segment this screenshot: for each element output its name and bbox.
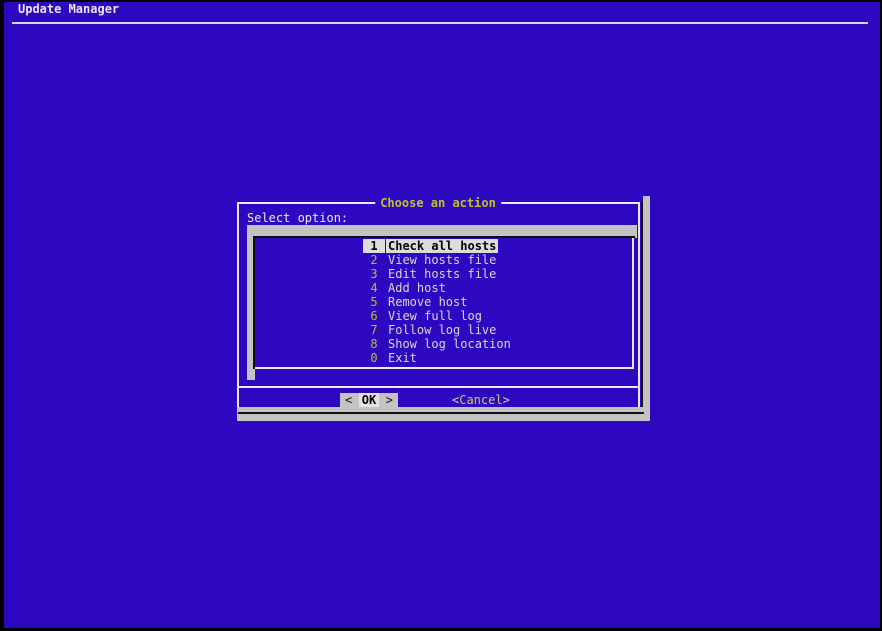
dialog-prompt: Select option: bbox=[247, 211, 348, 225]
menu-list: 1Check all hosts2View hosts file3Edit ho… bbox=[255, 238, 632, 368]
ok-button[interactable]: < OK > bbox=[340, 393, 398, 407]
menu-item-2[interactable]: 2View hosts file bbox=[255, 253, 632, 267]
menu-item-label: Exit bbox=[386, 351, 419, 365]
menu-item-label: View full log bbox=[386, 309, 484, 323]
dialog-border-right-white bbox=[638, 202, 640, 413]
dialog-title: Choose an action bbox=[375, 196, 501, 210]
menu-item-tag: 5 bbox=[363, 295, 385, 309]
cancel-button-label: Cancel bbox=[459, 393, 502, 407]
cancel-button[interactable]: <Cancel> bbox=[452, 393, 510, 407]
menu-item-tag: 4 bbox=[363, 281, 385, 295]
menu-item-0[interactable]: 0Exit bbox=[255, 351, 632, 365]
menu-item-label: Remove host bbox=[386, 295, 469, 309]
menu-item-label: Check all hosts bbox=[386, 239, 498, 253]
menu-item-tag: 3 bbox=[363, 267, 385, 281]
cancel-right-bracket: > bbox=[503, 393, 510, 407]
backtitle: Update Manager bbox=[18, 2, 119, 16]
menu-item-tag: 2 bbox=[363, 253, 385, 267]
dialog-button-separator bbox=[237, 386, 640, 388]
menu-item-8[interactable]: 8Show log location bbox=[255, 337, 632, 351]
dialog-border-left bbox=[237, 202, 239, 415]
menu-item-label: Add host bbox=[386, 281, 448, 295]
menu-item-4[interactable]: 4Add host bbox=[255, 281, 632, 295]
menu-item-tag: 6 bbox=[363, 309, 385, 323]
menubox-border-right bbox=[632, 238, 634, 369]
ok-button-label: OK bbox=[359, 393, 379, 407]
menu-item-tag: 0 bbox=[363, 351, 385, 365]
menu-item-tag: 8 bbox=[363, 337, 385, 351]
terminal-screen: Update Manager Choose an action Select o… bbox=[0, 0, 882, 631]
backtitle-rule bbox=[12, 22, 868, 24]
menu-item-5[interactable]: 5Remove host bbox=[255, 295, 632, 309]
menu-item-6[interactable]: 6View full log bbox=[255, 309, 632, 323]
menu-item-tag: 1 bbox=[363, 239, 385, 253]
dialog-border-right-line bbox=[641, 202, 643, 421]
menu-item-label: Show log location bbox=[386, 337, 513, 351]
dialog-border-right-gray bbox=[643, 196, 650, 421]
menu-item-label: Follow log live bbox=[386, 323, 498, 337]
ok-left-bracket: < bbox=[345, 393, 352, 407]
menu-item-label: View hosts file bbox=[386, 253, 498, 267]
menu-item-7[interactable]: 7Follow log live bbox=[255, 323, 632, 337]
menu-item-tag: 7 bbox=[363, 323, 385, 337]
menu-item-1[interactable]: 1Check all hosts bbox=[255, 239, 632, 253]
ok-right-bracket: > bbox=[386, 393, 393, 407]
menu-item-3[interactable]: 3Edit hosts file bbox=[255, 267, 632, 281]
dialog-border-bottom-gray bbox=[237, 407, 650, 421]
dialog-border-bottom-line bbox=[238, 412, 644, 414]
menu-item-label: Edit hosts file bbox=[386, 267, 498, 281]
